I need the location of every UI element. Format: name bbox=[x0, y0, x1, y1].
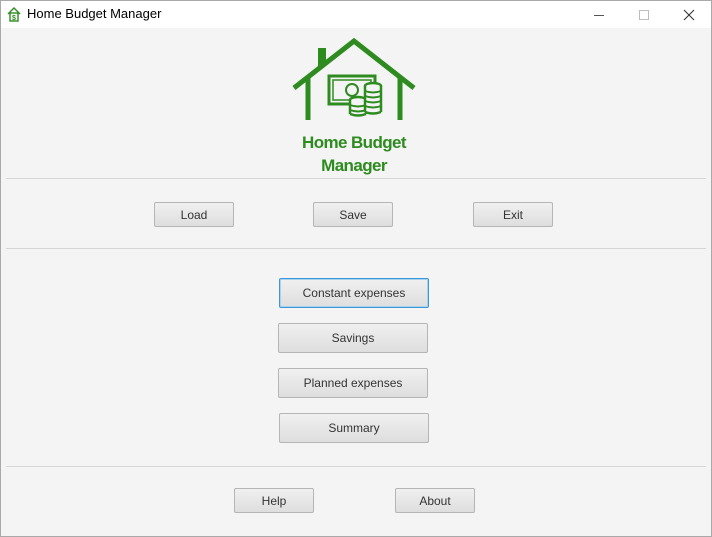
help-button[interactable]: Help bbox=[234, 488, 314, 513]
exit-button[interactable]: Exit bbox=[473, 202, 553, 227]
middle-divider bbox=[6, 248, 706, 249]
maximize-icon bbox=[639, 9, 649, 20]
close-button[interactable] bbox=[666, 1, 712, 28]
minimize-icon bbox=[594, 14, 604, 16]
title-bar[interactable]: $ Home Budget Manager bbox=[1, 1, 711, 28]
summary-button[interactable]: Summary bbox=[279, 413, 429, 443]
house-money-icon bbox=[292, 38, 416, 120]
constant-expenses-button[interactable]: Constant expenses bbox=[279, 278, 429, 308]
maximize-button[interactable] bbox=[621, 1, 667, 28]
savings-button[interactable]: Savings bbox=[278, 323, 428, 353]
top-divider bbox=[6, 178, 706, 179]
about-button[interactable]: About bbox=[395, 488, 475, 513]
close-icon bbox=[683, 9, 695, 20]
logo-title-line1: Home Budget bbox=[302, 133, 407, 152]
main-panel: Home Budget Manager Load Save Exit Const… bbox=[1, 28, 711, 536]
bottom-divider bbox=[6, 466, 706, 467]
save-button[interactable]: Save bbox=[313, 202, 393, 227]
window-title: Home Budget Manager bbox=[27, 6, 162, 21]
load-button[interactable]: Load bbox=[154, 202, 234, 227]
planned-expenses-button[interactable]: Planned expenses bbox=[278, 368, 428, 398]
svg-text:$: $ bbox=[12, 15, 16, 22]
minimize-button[interactable] bbox=[576, 1, 622, 28]
app-window: $ Home Budget Manager Home Budget Manage… bbox=[0, 0, 712, 537]
logo-title-line2: Manager bbox=[321, 156, 387, 175]
house-dollar-icon: $ bbox=[7, 7, 21, 22]
